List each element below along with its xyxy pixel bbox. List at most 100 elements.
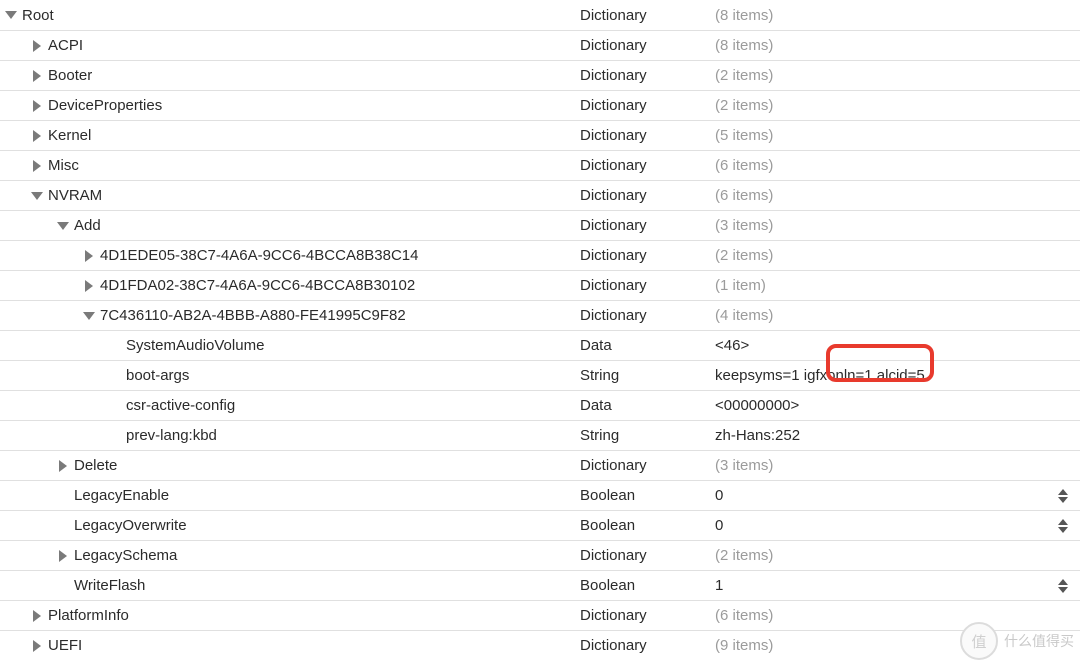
type-cell[interactable]: Boolean: [580, 487, 715, 504]
table-row[interactable]: ACPIDictionary(8 items): [0, 30, 1080, 60]
value-text[interactable]: (2 items): [715, 247, 773, 264]
value-cell[interactable]: <00000000>: [715, 397, 1080, 414]
key-label[interactable]: Delete: [74, 457, 117, 474]
chevron-down-icon[interactable]: [1058, 587, 1068, 593]
key-label[interactable]: SystemAudioVolume: [126, 337, 264, 354]
key-label[interactable]: prev-lang:kbd: [126, 427, 217, 444]
value-cell[interactable]: (2 items): [715, 67, 1080, 84]
type-cell[interactable]: Dictionary: [580, 187, 715, 204]
table-row[interactable]: LegacyOverwriteBoolean0: [0, 510, 1080, 540]
value-cell[interactable]: (1 item): [715, 277, 1080, 294]
value-cell[interactable]: (9 items): [715, 637, 1080, 654]
key-cell[interactable]: 7C436110-AB2A-4BBB-A880-FE41995C9F82: [0, 307, 580, 324]
value-cell[interactable]: (6 items): [715, 157, 1080, 174]
value-text[interactable]: (3 items): [715, 217, 773, 234]
value-text[interactable]: (3 items): [715, 457, 773, 474]
key-label[interactable]: NVRAM: [48, 187, 102, 204]
key-cell[interactable]: prev-lang:kbd: [0, 427, 580, 444]
value-cell[interactable]: (2 items): [715, 247, 1080, 264]
key-cell[interactable]: PlatformInfo: [0, 607, 580, 624]
value-text[interactable]: (5 items): [715, 127, 773, 144]
table-row[interactable]: PlatformInfoDictionary(6 items): [0, 600, 1080, 630]
value-text[interactable]: <46>: [715, 337, 749, 354]
disclosure-closed-icon[interactable]: [30, 159, 44, 173]
value-text[interactable]: keepsyms=1 igfxonln=1 alcid=5: [715, 367, 925, 384]
value-text[interactable]: (8 items): [715, 37, 773, 54]
key-cell[interactable]: boot-args: [0, 367, 580, 384]
table-row[interactable]: LegacyEnable Boolean0: [0, 480, 1080, 510]
disclosure-closed-icon[interactable]: [30, 99, 44, 113]
key-cell[interactable]: Add: [0, 217, 580, 234]
disclosure-closed-icon[interactable]: [30, 39, 44, 53]
key-label[interactable]: Root: [22, 7, 54, 24]
disclosure-open-icon[interactable]: [82, 309, 96, 323]
type-cell[interactable]: Dictionary: [580, 457, 715, 474]
value-cell[interactable]: <46>: [715, 337, 1080, 354]
type-cell[interactable]: Data: [580, 337, 715, 354]
key-label[interactable]: WriteFlash: [74, 577, 145, 594]
value-cell[interactable]: (2 items): [715, 547, 1080, 564]
type-cell[interactable]: Dictionary: [580, 97, 715, 114]
table-row[interactable]: prev-lang:kbdStringzh-Hans:252: [0, 420, 1080, 450]
key-cell[interactable]: 4D1EDE05-38C7-4A6A-9CC6-4BCCA8B38C14: [0, 247, 580, 264]
value-cell[interactable]: (5 items): [715, 127, 1080, 144]
value-cell[interactable]: 0: [715, 487, 1080, 504]
disclosure-open-icon[interactable]: [56, 219, 70, 233]
table-row[interactable]: Delete Dictionary(3 items): [0, 450, 1080, 480]
key-cell[interactable]: LegacySchema: [0, 547, 580, 564]
table-row[interactable]: csr-active-configData<00000000>: [0, 390, 1080, 420]
key-cell[interactable]: ACPI: [0, 37, 580, 54]
chevron-up-icon[interactable]: [1058, 579, 1068, 585]
value-text[interactable]: zh-Hans:252: [715, 427, 800, 444]
key-cell[interactable]: LegacyOverwrite: [0, 517, 580, 534]
type-cell[interactable]: Boolean: [580, 577, 715, 594]
disclosure-closed-icon[interactable]: [30, 609, 44, 623]
table-row[interactable]: boot-argsStringkeepsyms=1 igfxonln=1 alc…: [0, 360, 1080, 390]
key-cell[interactable]: DeviceProperties: [0, 97, 580, 114]
value-stepper[interactable]: [1054, 575, 1072, 597]
value-text[interactable]: (4 items): [715, 307, 773, 324]
value-cell[interactable]: (4 items): [715, 307, 1080, 324]
key-cell[interactable]: Root: [0, 7, 580, 24]
key-cell[interactable]: csr-active-config: [0, 397, 580, 414]
key-cell[interactable]: Kernel: [0, 127, 580, 144]
disclosure-closed-icon[interactable]: [30, 129, 44, 143]
table-row[interactable]: WriteFlash Boolean1: [0, 570, 1080, 600]
chevron-down-icon[interactable]: [1058, 527, 1068, 533]
value-text[interactable]: (2 items): [715, 547, 773, 564]
disclosure-closed-icon[interactable]: [82, 249, 96, 263]
type-cell[interactable]: Data: [580, 397, 715, 414]
table-row[interactable]: UEFIDictionary(9 items): [0, 630, 1080, 660]
value-text[interactable]: (9 items): [715, 637, 773, 654]
table-row[interactable]: AddDictionary(3 items): [0, 210, 1080, 240]
table-row[interactable]: KernelDictionary(5 items): [0, 120, 1080, 150]
disclosure-closed-icon[interactable]: [56, 549, 70, 563]
key-label[interactable]: Misc: [48, 157, 79, 174]
value-text[interactable]: (1 item): [715, 277, 766, 294]
value-cell[interactable]: 1: [715, 577, 1080, 594]
key-cell[interactable]: UEFI: [0, 637, 580, 654]
key-label[interactable]: LegacyOverwrite: [74, 517, 187, 534]
value-cell[interactable]: (3 items): [715, 217, 1080, 234]
key-cell[interactable]: WriteFlash: [0, 577, 580, 594]
key-label[interactable]: DeviceProperties: [48, 97, 162, 114]
key-label[interactable]: LegacySchema: [74, 547, 177, 564]
key-label[interactable]: Add: [74, 217, 101, 234]
value-text[interactable]: 1: [715, 577, 723, 594]
value-stepper[interactable]: [1054, 485, 1072, 507]
key-cell[interactable]: Delete: [0, 457, 580, 474]
value-text[interactable]: (6 items): [715, 187, 773, 204]
key-label[interactable]: PlatformInfo: [48, 607, 129, 624]
disclosure-closed-icon[interactable]: [82, 279, 96, 293]
value-cell[interactable]: (6 items): [715, 187, 1080, 204]
value-cell[interactable]: (2 items): [715, 97, 1080, 114]
type-cell[interactable]: Dictionary: [580, 307, 715, 324]
disclosure-closed-icon[interactable]: [30, 639, 44, 653]
value-cell[interactable]: (8 items): [715, 7, 1080, 24]
type-cell[interactable]: Dictionary: [580, 277, 715, 294]
type-cell[interactable]: Dictionary: [580, 547, 715, 564]
key-label[interactable]: 4D1EDE05-38C7-4A6A-9CC6-4BCCA8B38C14: [100, 247, 419, 264]
value-text[interactable]: (2 items): [715, 97, 773, 114]
key-label[interactable]: LegacyEnable: [74, 487, 169, 504]
type-cell[interactable]: Dictionary: [580, 37, 715, 54]
